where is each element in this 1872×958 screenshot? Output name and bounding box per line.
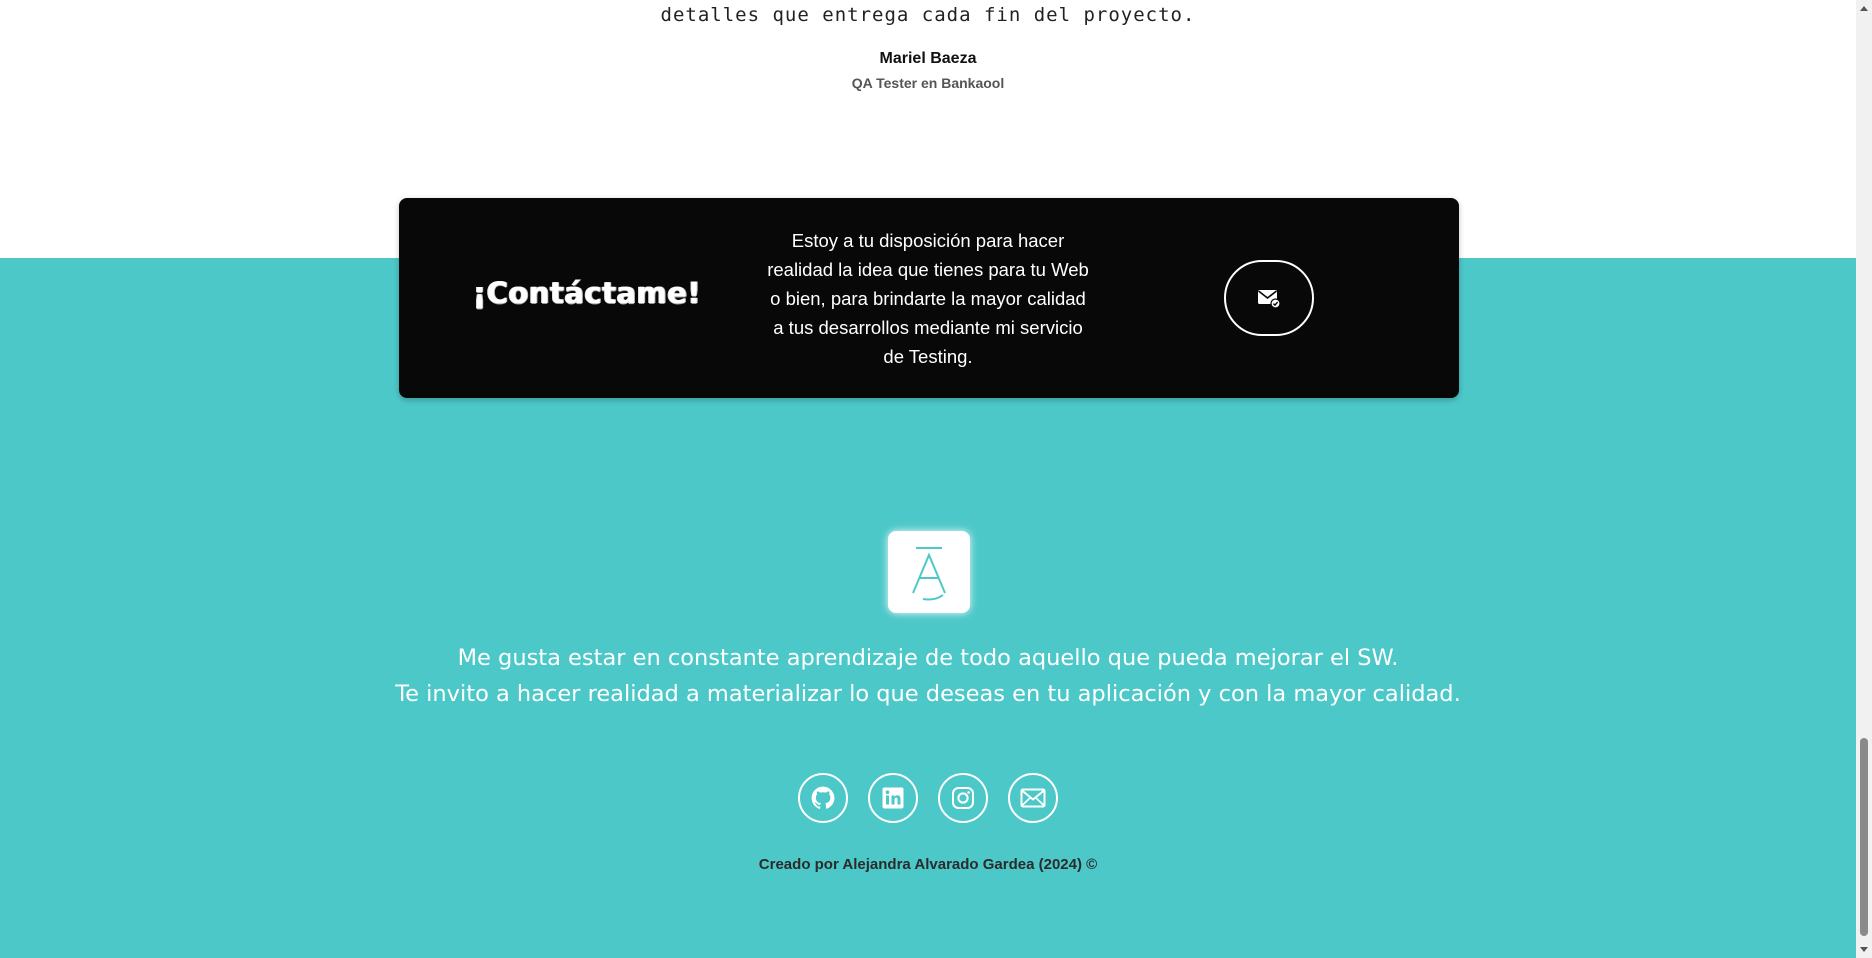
contact-mail-button[interactable]: [1224, 260, 1314, 336]
social-links: [798, 773, 1060, 823]
mail-link[interactable]: [1008, 773, 1058, 823]
linkedin-link[interactable]: [868, 773, 918, 823]
github-icon: [811, 786, 835, 809]
footer-line-2: Te invito a hacer realidad a materializa…: [395, 681, 1461, 707]
envelope-check-icon: [1258, 290, 1281, 309]
mail-icon: [1020, 788, 1046, 808]
scroll-down-arrow-icon[interactable]: [1856, 942, 1872, 958]
testimonial-author-name: Mariel Baeza: [879, 50, 977, 67]
contact-text: Estoy a tu disposición para hacer realid…: [767, 230, 1089, 367]
site-logo: [888, 531, 970, 613]
instagram-icon: [952, 787, 974, 809]
instagram-link[interactable]: [938, 773, 988, 823]
logo-a-icon: [912, 547, 946, 601]
linkedin-icon: [882, 787, 904, 809]
page: detalles que entrega cada fin del proyec…: [0, 0, 1856, 958]
testimonial-quote: detalles que entrega cada fin del proyec…: [660, 4, 1196, 26]
github-link[interactable]: [798, 773, 848, 823]
contact-title: ¡Contáctame!: [473, 276, 702, 310]
scroll-up-arrow-icon[interactable]: [1856, 0, 1872, 16]
contact-card: ¡Contáctame! Estoy a tu disposición para…: [399, 198, 1459, 398]
footer-line-1: Me gusta estar en constante aprendizaje …: [457, 645, 1399, 671]
vertical-scrollbar[interactable]: [1856, 0, 1872, 958]
testimonial-author-role: QA Tester en Bankaool: [851, 75, 1005, 91]
footer-credit: Creado por Alejandra Alvarado Gardea (20…: [758, 856, 1098, 873]
scrollbar-thumb[interactable]: [1860, 738, 1868, 936]
